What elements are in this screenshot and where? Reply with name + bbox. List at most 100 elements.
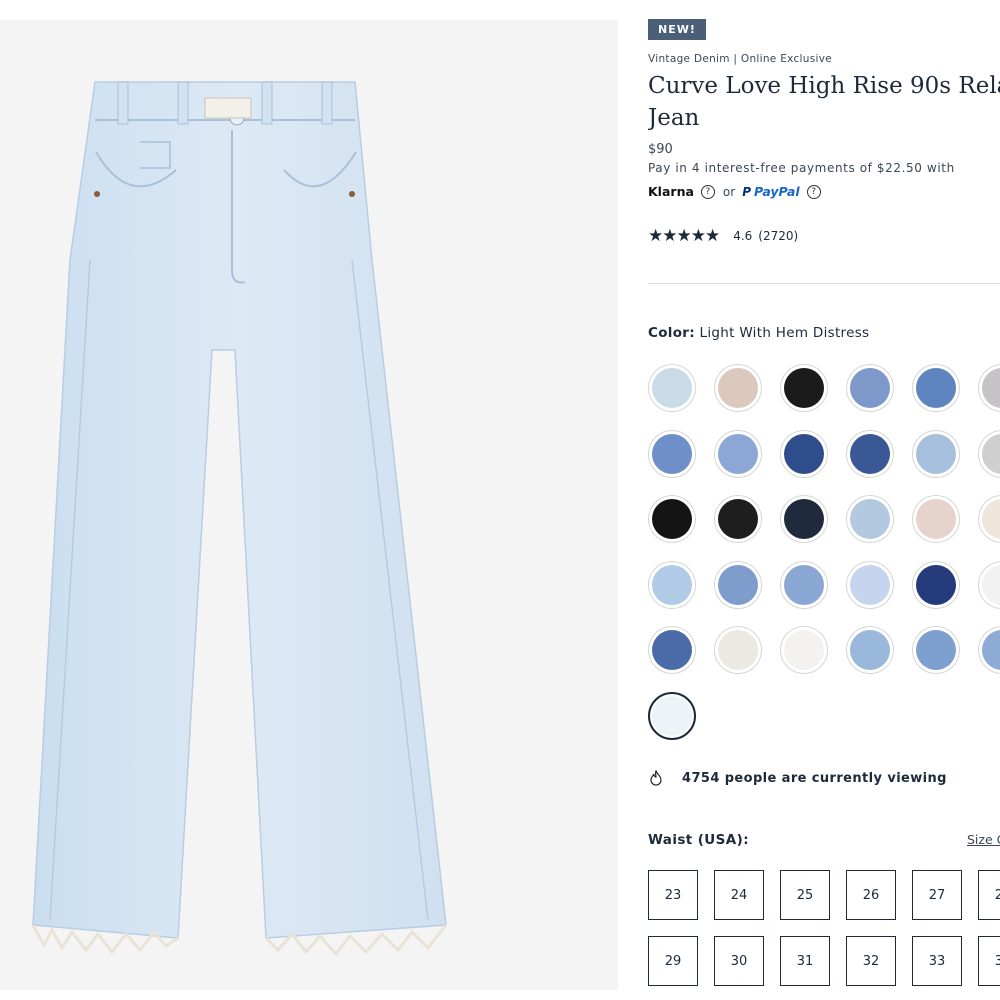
swatch-fill	[652, 368, 692, 408]
color-swatch-black-indigo[interactable]	[780, 495, 828, 544]
waist-size-26[interactable]: 26	[846, 870, 896, 920]
waist-size-27[interactable]: 27	[912, 870, 962, 920]
product-subtitle: Vintage Denim | Online Exclusive	[648, 53, 832, 65]
swatch-fill	[982, 564, 1000, 605]
color-swatch-light-medium[interactable]	[714, 429, 762, 478]
payment-providers: Klarna ? or P PayPal ?	[648, 184, 829, 199]
swatch-fill	[784, 630, 824, 671]
color-swatch-light-4[interactable]	[846, 626, 894, 675]
waist-size-34[interactable]: 34	[978, 936, 1000, 986]
waist-size-32[interactable]: 32	[846, 936, 896, 986]
rating-value: 4.6	[733, 229, 753, 243]
swatch-fill	[652, 564, 692, 605]
review-count[interactable]: (2720)	[758, 229, 798, 243]
waist-size-24[interactable]: 24	[714, 870, 764, 920]
waist-size-31[interactable]: 31	[780, 936, 830, 986]
swatch-fill	[916, 564, 956, 605]
viewers-notice: 4754 people are currently viewing	[648, 770, 947, 786]
swatch-fill	[652, 433, 692, 474]
product-image[interactable]	[0, 20, 618, 990]
swatch-fill	[718, 630, 758, 671]
product-info: NEW! Vintage Denim | Online Exclusive Cu…	[648, 0, 1000, 1000]
color-swatch-white-2[interactable]	[978, 560, 1000, 609]
swatch-fill	[652, 696, 692, 736]
viewers-text: 4754 people are currently viewing	[682, 770, 947, 786]
color-swatch-medium-2[interactable]	[714, 560, 762, 609]
swatch-fill	[652, 499, 692, 540]
waist-size-30[interactable]: 30	[714, 936, 764, 986]
new-badge: NEW!	[648, 19, 706, 40]
waist-size-23[interactable]: 23	[648, 870, 698, 920]
color-swatch-washed-black[interactable]	[648, 495, 696, 544]
color-swatch-blush[interactable]	[912, 495, 960, 544]
swatch-fill	[916, 433, 956, 474]
installments-text: Pay in 4 interest-free payments of $22.5…	[648, 161, 955, 175]
swatch-fill	[718, 433, 758, 474]
waist-size-29[interactable]: 29	[648, 936, 698, 986]
swatch-fill	[784, 499, 824, 540]
waist-label: Waist (USA):	[648, 832, 750, 848]
color-swatch-light-grey[interactable]	[978, 429, 1000, 478]
waist-size-25[interactable]: 25	[780, 870, 830, 920]
swatch-fill	[982, 433, 1000, 474]
paypal-logo[interactable]: PayPal	[754, 184, 800, 199]
swatch-fill	[850, 499, 890, 540]
swatch-fill	[652, 630, 692, 671]
color-swatch-black-2[interactable]	[714, 495, 762, 544]
color-label: Color: Light With Hem Distress	[648, 325, 869, 341]
color-swatch-medium-4[interactable]	[912, 626, 960, 675]
color-swatch-dark-indigo[interactable]	[780, 429, 828, 478]
waist-size-33[interactable]: 33	[912, 936, 962, 986]
swatch-fill	[784, 564, 824, 605]
swatch-fill	[850, 368, 890, 408]
swatch-fill	[784, 433, 824, 474]
color-swatch-selected-white[interactable]	[648, 692, 696, 740]
color-swatch-stripe[interactable]	[846, 560, 894, 609]
swatch-fill	[916, 368, 956, 408]
paypal-icon: P	[742, 184, 751, 199]
klarna-info-icon[interactable]: ?	[700, 184, 715, 199]
swatch-fill	[850, 433, 890, 474]
swatch-fill	[718, 564, 758, 605]
color-swatch-beige[interactable]	[714, 364, 762, 412]
divider	[648, 283, 1000, 284]
swatch-fill	[916, 630, 956, 671]
klarna-logo[interactable]: Klarna	[648, 184, 694, 199]
rating[interactable]: ★★★★★ 4.6 (2720)	[648, 226, 798, 246]
swatch-fill	[982, 630, 1000, 671]
swatch-fill	[718, 499, 758, 540]
swatch-fill	[982, 368, 1000, 408]
color-swatch-cream[interactable]	[978, 495, 1000, 544]
product-price: $90	[648, 142, 673, 157]
swatch-fill	[916, 499, 956, 540]
color-label-key: Color:	[648, 325, 695, 341]
swatch-fill	[784, 368, 824, 408]
swatch-fill	[982, 499, 1000, 540]
color-swatch-light-wash[interactable]	[648, 560, 696, 609]
color-label-value: Light With Hem Distress	[699, 325, 870, 341]
paypal-info-icon[interactable]: ?	[806, 184, 821, 199]
color-swatch-grey[interactable]	[978, 364, 1000, 412]
size-guide-link[interactable]: Size Guide	[967, 832, 1000, 847]
jeans-image	[31, 81, 448, 957]
color-swatch-medium-wash[interactable]	[648, 429, 696, 478]
swatch-fill	[850, 630, 890, 671]
color-swatch-light-blue[interactable]	[912, 429, 960, 478]
color-swatch-light-hem-distress[interactable]	[648, 364, 696, 412]
color-swatch-mid-dark[interactable]	[648, 626, 696, 675]
color-swatch-off-white[interactable]	[714, 626, 762, 675]
waist-size-28[interactable]: 28	[978, 870, 1000, 920]
color-swatch-black[interactable]	[780, 364, 828, 412]
color-swatch-light-ripped[interactable]	[846, 495, 894, 544]
color-swatch-dark-blue[interactable]	[846, 429, 894, 478]
swatch-fill	[850, 564, 890, 605]
color-swatch-white[interactable]	[780, 626, 828, 675]
or-text: or	[722, 184, 736, 199]
flame-icon	[650, 770, 662, 786]
color-swatch-medium-5[interactable]	[978, 626, 1000, 675]
color-swatch-navy[interactable]	[912, 560, 960, 609]
color-swatch-medium-blue[interactable]	[912, 364, 960, 412]
product-title: Curve Love High Rise 90s Relaxed Jean	[648, 73, 1000, 131]
color-swatch-medium-3[interactable]	[780, 560, 828, 609]
color-swatch-medium-ripped[interactable]	[846, 364, 894, 412]
